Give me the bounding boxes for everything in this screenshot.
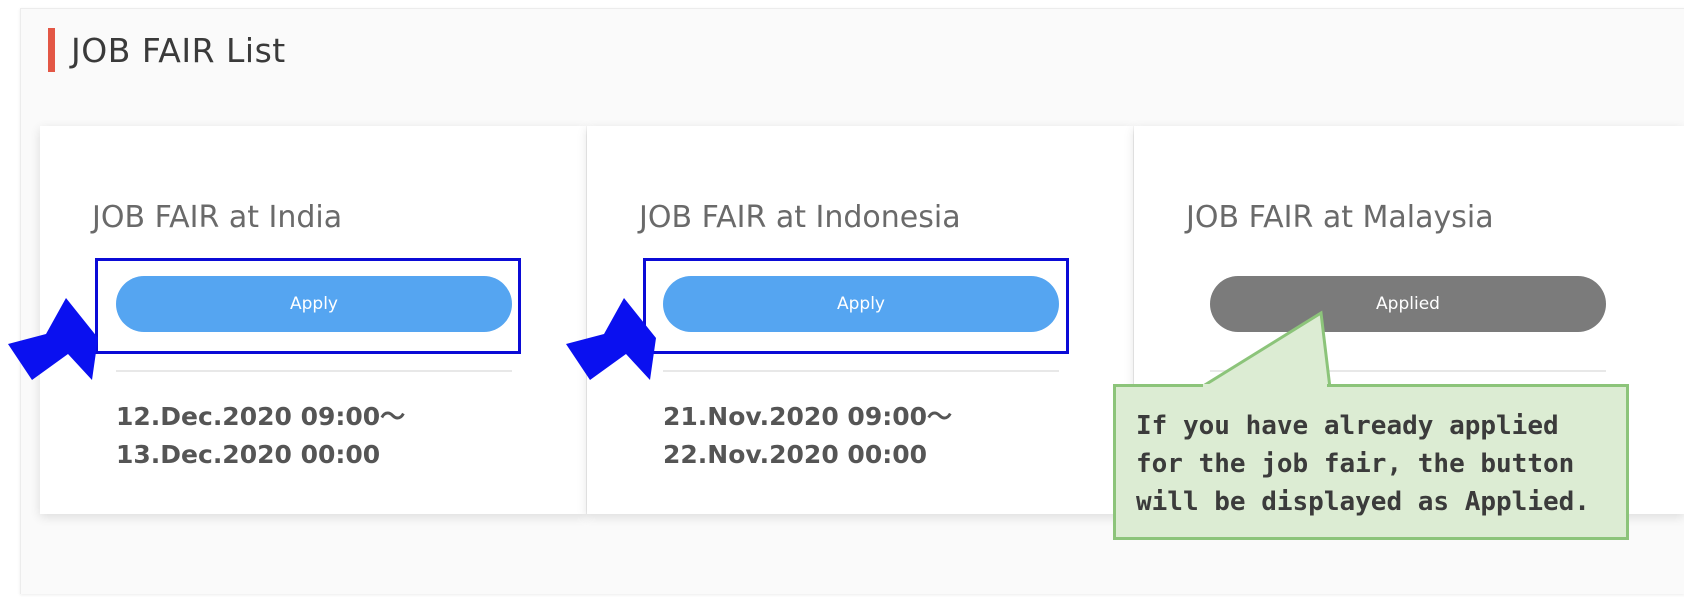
card-title: JOB FAIR at Malaysia [1186, 200, 1494, 235]
callout-tail-joint [1203, 384, 1327, 388]
apply-button-highlight [95, 258, 521, 354]
card-divider [663, 370, 1059, 372]
annotation-callout: If you have already applied for the job … [1113, 384, 1629, 540]
applied-button[interactable]: Applied [1210, 276, 1606, 332]
event-dates: 21.Nov.2020 09:00〜 22.Nov.2020 00:00 [663, 398, 952, 474]
date-start: 12.Dec.2020 09:00〜 [116, 402, 406, 431]
page-title: JOB FAIR List [71, 30, 286, 70]
event-dates: 12.Dec.2020 09:00〜 13.Dec.2020 00:00 [116, 398, 405, 474]
date-end: 13.Dec.2020 00:00 [116, 440, 381, 469]
date-start: 21.Nov.2020 09:00〜 [663, 402, 953, 431]
card-divider [1210, 370, 1606, 372]
date-end: 22.Nov.2020 00:00 [663, 440, 928, 469]
card-divider [116, 370, 512, 372]
apply-button-highlight [643, 258, 1069, 354]
page-header: JOB FAIR List [48, 28, 286, 72]
annotation-line: will be displayed as Applied. [1136, 487, 1590, 517]
card-title: JOB FAIR at Indonesia [639, 200, 961, 235]
annotation-line: If you have already applied [1136, 411, 1559, 441]
arrow-right-icon [566, 298, 656, 380]
arrow-right-icon [8, 298, 98, 380]
page: JOB FAIR List JOB FAIR at India Apply 12… [0, 0, 1684, 597]
card-title: JOB FAIR at India [92, 200, 343, 235]
annotation-line: for the job fair, the button [1136, 449, 1575, 479]
title-accent-bar [48, 28, 55, 72]
